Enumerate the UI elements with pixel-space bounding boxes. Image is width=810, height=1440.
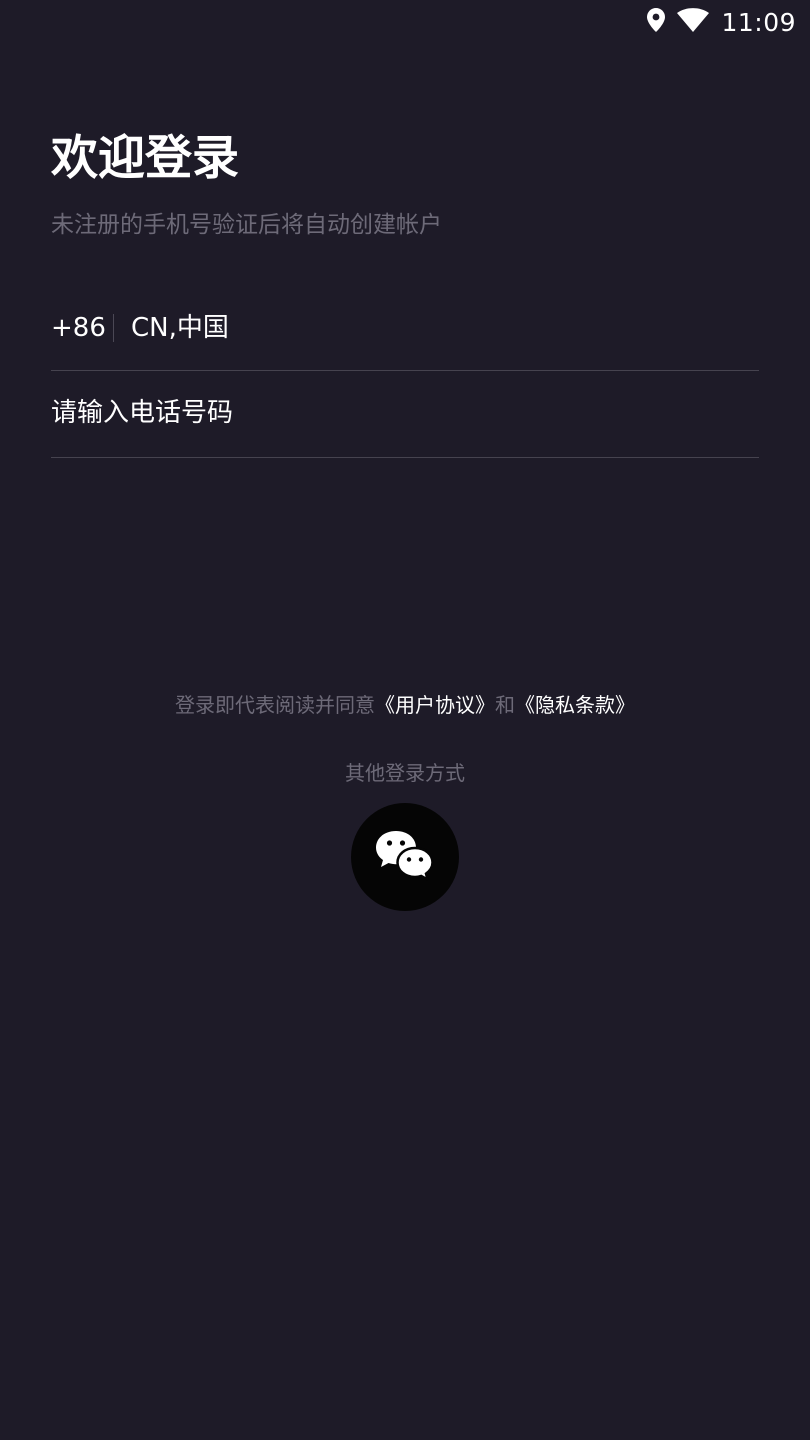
agreement-prefix: 登录即代表阅读并同意: [175, 693, 375, 717]
agreement-conjunction: 和: [495, 693, 515, 717]
agreement-text: 登录即代表阅读并同意《用户协议》和《隐私条款》: [0, 690, 810, 720]
privacy-policy-link[interactable]: 《隐私条款》: [515, 693, 635, 717]
country-selector[interactable]: +86 CN,中国: [51, 290, 759, 371]
status-icons: 11:09: [647, 6, 796, 38]
other-login-label: 其他登录方式: [345, 761, 465, 785]
page-title: 欢迎登录: [51, 131, 239, 186]
country-name[interactable]: CN,中国: [131, 310, 229, 346]
phone-field[interactable]: 请输入电话号码: [51, 371, 759, 458]
location-icon: [647, 8, 666, 36]
country-code[interactable]: +86: [51, 310, 106, 346]
wifi-icon: [677, 8, 710, 36]
user-agreement-link[interactable]: 《用户协议》: [375, 693, 495, 717]
wechat-login-button[interactable]: [351, 803, 459, 911]
status-bar: 11:09: [0, 0, 810, 44]
vertical-divider: [113, 314, 114, 342]
wechat-icon: [374, 829, 436, 885]
phone-input[interactable]: 请输入电话号码: [51, 395, 233, 431]
status-time: 11:09: [721, 7, 796, 37]
page-subtitle: 未注册的手机号验证后将自动创建帐户: [51, 212, 442, 238]
